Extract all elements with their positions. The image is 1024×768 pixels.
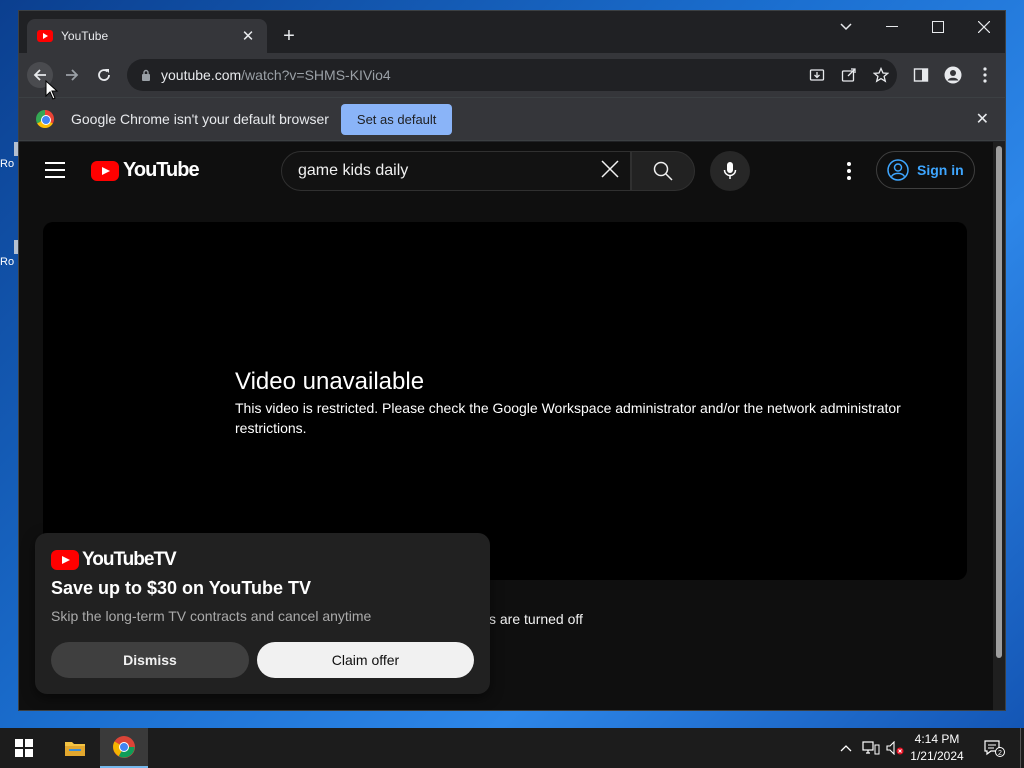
player-error-title: Video unavailable (235, 368, 425, 395)
chrome-menu-button[interactable] (975, 65, 995, 85)
chrome-taskbar-button[interactable] (100, 728, 148, 768)
profile-button[interactable] (943, 65, 963, 85)
promo-headline: Save up to $30 on YouTube TV (51, 578, 312, 598)
desktop-shortcut[interactable]: Ro (0, 240, 24, 268)
browser-toolbar: youtube.com/watch?v=SHMS-KIVio4 (19, 53, 1005, 97)
chrome-window: YouTube ✕ + youtube.com/watch?v=SHMS-KIV… (18, 10, 1006, 711)
sign-in-button[interactable]: Sign in (876, 151, 975, 189)
install-app-button[interactable] (807, 65, 827, 85)
microphone-icon (723, 162, 737, 179)
share-button[interactable] (839, 65, 859, 85)
infobar-close-icon[interactable]: ✕ (976, 109, 989, 129)
reload-icon (98, 69, 110, 81)
voice-search-button[interactable] (710, 151, 750, 191)
volume-button[interactable] (884, 728, 906, 768)
windows-logo-icon (15, 739, 33, 757)
url-path: /watch?v=SHMS-KIVio4 (241, 67, 391, 83)
tab-title: YouTube (61, 29, 109, 43)
bookmark-button[interactable] (871, 65, 891, 85)
chevron-up-icon (840, 745, 852, 752)
notification-icon: 2 (984, 740, 1005, 757)
tab-strip: YouTube ✕ + (19, 11, 1005, 53)
chrome-icon (113, 736, 135, 758)
youtube-favicon-icon (37, 30, 53, 42)
mouse-cursor-icon (45, 79, 59, 100)
taskbar: 4:14 PM 1/21/2024 2 (0, 728, 1024, 768)
youtube-logo[interactable]: YouTube (91, 159, 200, 182)
show-desktop-button[interactable] (1020, 728, 1024, 768)
side-panel-button[interactable] (911, 65, 931, 85)
search-button[interactable] (631, 151, 695, 191)
maximize-button[interactable] (915, 11, 961, 43)
clock-time: 4:14 PM (914, 732, 960, 746)
tab-youtube[interactable]: YouTube ✕ (27, 19, 267, 53)
notification-center-button[interactable]: 2 (978, 728, 1010, 768)
desktop-shortcut[interactable]: Ro (0, 142, 24, 170)
youtube-play-icon (51, 550, 79, 570)
show-hidden-icons-button[interactable] (836, 728, 856, 768)
install-icon (809, 69, 825, 81)
chrome-logo-icon (36, 110, 54, 128)
youtube-tv-logo: YouTubeTV (51, 549, 177, 571)
address-bar[interactable]: youtube.com/watch?v=SHMS-KIVio4 (127, 59, 897, 91)
hamburger-menu-icon[interactable] (45, 162, 65, 178)
url-text: youtube.com/watch?v=SHMS-KIVio4 (161, 67, 391, 83)
page-scrollbar[interactable] (993, 142, 1005, 710)
reload-button[interactable] (91, 62, 117, 88)
youtube-page: YouTube game kids daily Sign in Video un… (19, 142, 995, 710)
desktop-shortcut-label: Ro (0, 158, 15, 170)
close-icon (978, 21, 990, 33)
settings-menu-icon[interactable] (839, 160, 859, 182)
dismiss-button[interactable]: Dismiss (51, 642, 249, 678)
profile-icon (944, 66, 962, 84)
start-button[interactable] (0, 728, 48, 768)
account-circle-icon (887, 159, 909, 181)
scrollbar-thumb[interactable] (996, 146, 1002, 658)
lock-icon (142, 69, 150, 81)
tab-close-icon[interactable]: ✕ (239, 27, 257, 45)
video-player[interactable]: Video unavailable This video is restrict… (43, 222, 967, 580)
youtube-wordmark: YouTube (123, 159, 200, 181)
share-icon (841, 68, 856, 82)
system-clock[interactable]: 4:14 PM 1/21/2024 (906, 731, 968, 765)
minimize-button[interactable] (869, 11, 915, 43)
desktop-shortcut-label: Ro (0, 256, 15, 268)
volume-muted-icon (886, 741, 904, 755)
star-icon (873, 67, 889, 83)
clock-date: 1/21/2024 (910, 749, 964, 763)
tab-search-button[interactable] (823, 11, 869, 43)
comments-status: s are turned off (489, 611, 583, 627)
notification-count: 2 (998, 750, 1002, 757)
youtube-tv-wordmark: YouTubeTV (82, 549, 177, 570)
url-host: youtube.com (161, 67, 242, 83)
forward-button[interactable] (59, 62, 85, 88)
search-query: game kids daily (298, 162, 409, 179)
chevron-down-icon (840, 23, 852, 31)
search-icon (653, 161, 673, 181)
side-panel-icon (913, 68, 929, 82)
new-tab-button[interactable]: + (277, 25, 301, 49)
infobar-message: Google Chrome isn't your default browser (71, 111, 329, 127)
default-browser-infobar: Google Chrome isn't your default browser… (19, 97, 1005, 141)
sign-in-label: Sign in (917, 162, 964, 178)
youtube-tv-promo: YouTubeTV Save up to $30 on YouTube TV S… (35, 533, 490, 694)
folder-icon (65, 742, 85, 756)
player-error-message: This video is restricted. Please check t… (235, 400, 901, 436)
minimize-icon (886, 26, 898, 27)
youtube-header: YouTube game kids daily Sign in (19, 142, 995, 198)
youtube-play-icon (91, 160, 119, 181)
arrow-right-icon (66, 69, 79, 81)
network-icon (862, 741, 880, 755)
file-explorer-button[interactable] (51, 728, 99, 768)
close-window-button[interactable] (961, 11, 1007, 43)
clear-search-icon[interactable] (590, 158, 630, 184)
kebab-menu-icon (983, 67, 987, 83)
maximize-icon (932, 21, 944, 33)
network-button[interactable] (860, 728, 882, 768)
set-as-default-button[interactable]: Set as default (340, 103, 453, 135)
claim-offer-button[interactable]: Claim offer (257, 642, 474, 678)
search-input[interactable]: game kids daily (281, 151, 631, 191)
promo-subtext: Skip the long-term TV contracts and canc… (51, 608, 372, 624)
